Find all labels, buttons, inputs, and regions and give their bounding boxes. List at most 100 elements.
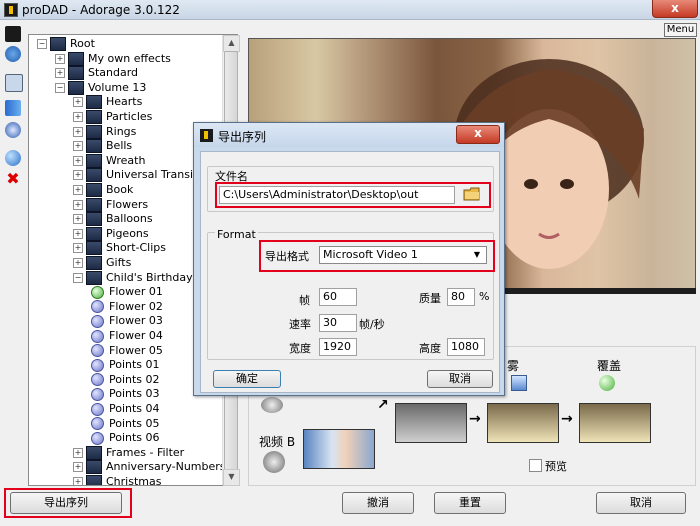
video-b-label: 视频 B [259,435,296,449]
tree-folder-item[interactable]: + Balloons [73,212,153,227]
expand-toggle-icon[interactable]: + [73,462,83,473]
expand-toggle-icon[interactable]: + [73,126,83,137]
tree-folder-item[interactable]: + Christmas [73,475,161,485]
width-input[interactable]: 1920 [319,338,357,356]
expand-toggle-icon[interactable]: + [73,141,83,152]
export-dialog: 导出序列 x 文件名 C:\Users\Administrator\Deskto… [193,122,505,396]
film-reel-icon-a [261,397,283,413]
overlay-thumbnail[interactable] [579,403,651,443]
expand-toggle-icon[interactable]: + [73,170,83,181]
expand-toggle-icon[interactable]: + [73,155,83,166]
tree-folder-item[interactable]: + Hearts [73,95,142,110]
tree-folder-item[interactable]: + Anniversary-Numbers [73,460,226,475]
tree-item-label: Points 01 [109,358,160,372]
tree-folder-item[interactable]: + Standard [55,66,139,81]
folder-icon [86,460,102,475]
logo-icon [5,26,21,42]
help-icon[interactable] [5,46,21,62]
tree-item-label: Points 06 [109,431,160,445]
quality-input[interactable]: 80 [447,288,475,306]
tree-item-label: Standard [88,66,139,80]
ok-button[interactable]: 确定 [213,370,281,388]
tree-folder-item[interactable]: − Root [37,37,95,51]
tree-item-label: Points 04 [109,402,160,415]
cancel-button[interactable]: 取消 [596,492,686,514]
fog-thumbnail-1[interactable] [395,403,467,443]
expand-toggle-icon[interactable]: + [73,258,83,268]
dialog-cancel-button[interactable]: 取消 [427,370,493,388]
scroll-down-arrow[interactable]: ▼ [223,469,240,486]
tree-leaf-item[interactable]: Flower 04 [91,329,163,343]
tree-folder-item[interactable]: + Pigeons [73,226,149,241]
tree-folder-item[interactable]: + Short-Clips [73,241,166,256]
undo-button[interactable]: 撤消 [342,492,414,514]
tree-folder-item[interactable]: + Gifts [73,256,131,270]
wand-icon[interactable] [5,100,21,116]
expand-toggle-icon[interactable]: + [73,185,83,195]
tree-leaf-item[interactable]: Points 05 [91,417,160,431]
delete-icon[interactable]: ✖ [5,171,21,188]
tree-folder-item[interactable]: + Bells [73,139,132,154]
fog-thumbnail-2[interactable] [487,403,559,443]
effect-icon [91,417,104,431]
tree-item-label: Points 02 [109,372,160,386]
folder-icon [86,95,102,110]
dialog-close-button[interactable]: x [456,125,500,144]
tree-folder-item[interactable]: + My own effects [55,51,171,66]
tree-leaf-item[interactable]: Points 02 [91,373,160,387]
format-group-label: Format [215,228,258,241]
tree-leaf-item[interactable]: Points 01 [91,358,160,372]
width-label: 宽度 [289,342,311,355]
folder-icon [86,256,102,270]
tree-leaf-item[interactable]: Flower 03 [91,314,163,328]
expand-toggle-icon[interactable]: − [55,82,65,93]
height-input[interactable]: 1080 [447,338,485,356]
left-toolbar: ✖ [2,22,24,490]
tree-folder-item[interactable]: + Wreath [73,153,145,168]
tree-leaf-item[interactable]: Flower 01 [91,285,163,299]
tree-folder-item[interactable]: − Child's Birthday [73,270,193,285]
expand-toggle-icon[interactable]: + [73,228,83,239]
tree-item-label: Pigeons [106,226,149,240]
height-label: 高度 [419,342,441,355]
folder-icon [86,270,102,285]
dialog-body: 文件名 C:\Users\Administrator\Desktop\out F… [200,151,500,393]
expand-toggle-icon[interactable]: + [73,199,83,210]
video-b-thumbnail[interactable] [303,429,375,469]
menu-button[interactable]: Menu [664,23,697,37]
globe-icon[interactable] [5,150,21,166]
expand-toggle-icon[interactable]: + [73,477,83,485]
scroll-up-arrow[interactable]: ▲ [223,35,240,52]
preview-checkbox[interactable] [529,459,542,472]
tree-folder-item[interactable]: + Rings [73,124,136,139]
frames-input[interactable]: 60 [319,288,357,306]
expand-toggle-icon[interactable]: + [73,97,83,108]
tree-folder-item[interactable]: + Particles [73,110,152,124]
tree-leaf-item[interactable]: Flower 02 [91,300,163,314]
overlay-label: 覆盖 [597,359,622,373]
tree-item-label: Points 05 [109,416,160,430]
tree-leaf-item[interactable]: Points 03 [91,387,160,401]
window-close-button[interactable]: x [652,0,698,18]
tree-leaf-item[interactable]: Points 06 [91,431,160,445]
expand-toggle-icon[interactable]: + [73,112,83,122]
tree-folder-item[interactable]: − Volume 13 [55,80,146,95]
tree-folder-item[interactable]: + Frames - Filter [73,445,184,460]
arrow-right-2: → [561,411,573,427]
expand-toggle-icon[interactable]: + [73,447,83,458]
tree-folder-item[interactable]: + Flowers [73,197,148,212]
rate-input[interactable]: 30 [319,314,357,332]
reset-button[interactable]: 重置 [434,492,506,514]
tree-folder-item[interactable]: + Book [73,183,133,197]
expand-toggle-icon[interactable]: + [73,243,83,254]
expand-toggle-icon[interactable]: − [73,272,83,283]
expand-toggle-icon[interactable]: − [37,39,47,49]
monitor-icon[interactable] [5,74,23,92]
gear-icon[interactable] [5,122,21,138]
tree-leaf-item[interactable]: Flower 05 [91,344,163,358]
expand-toggle-icon[interactable]: + [55,68,65,79]
expand-toggle-icon[interactable]: + [73,214,83,225]
folder-icon [86,241,102,256]
tree-leaf-item[interactable]: Points 04 [91,402,160,416]
expand-toggle-icon[interactable]: + [55,53,65,64]
